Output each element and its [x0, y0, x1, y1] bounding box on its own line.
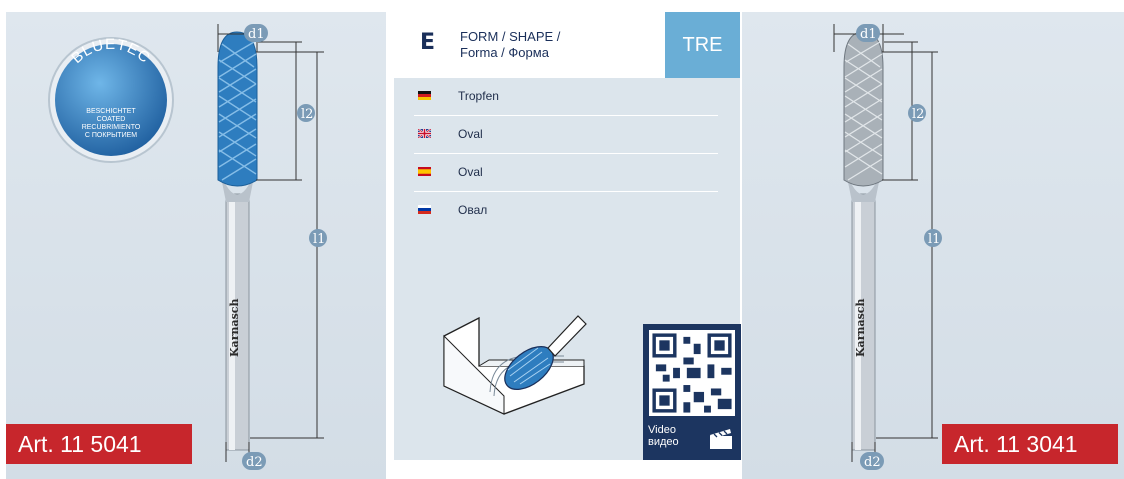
dim-d2-label: d2	[246, 455, 263, 470]
shape-label-ru: Форма	[504, 45, 549, 60]
clapperboard-icon	[710, 429, 732, 449]
video-label-ru: видео	[648, 436, 679, 448]
shape-code-badge: TRE	[665, 12, 740, 78]
dim-d1-label: d1	[248, 27, 265, 42]
lang-name: Oval	[458, 127, 483, 141]
dim-l1-label: l1	[313, 232, 325, 247]
tool-brand-text: Karnasch	[228, 299, 241, 358]
badge-line: С ПОКРЫТИЕМ	[85, 132, 137, 139]
shape-label: FORM / SHAPE / Forma / Форма	[460, 29, 560, 61]
dim-l2-label: l2	[301, 107, 313, 122]
application-illustration	[443, 315, 587, 415]
germany-flag-icon	[418, 91, 431, 100]
qr-code-icon	[649, 330, 735, 416]
badge-line: BESCHICHTET	[86, 108, 136, 115]
badge-line: RECUBRIMIENTO	[82, 124, 141, 131]
article-number-left: Art. 11 5041	[6, 424, 192, 464]
uk-flag-icon	[418, 129, 431, 138]
blue-coated-tool-panel: Karnasch d1 l2 l1 d2 BLUETEC BESCHICHTET…	[6, 12, 386, 479]
lang-row-de: Tropfen	[414, 78, 718, 116]
video-label-en: Video	[648, 424, 676, 436]
lang-name: Oval	[458, 165, 483, 179]
shape-info-panel: E FORM / SHAPE / Forma / Форма TRE Tropf…	[394, 12, 741, 460]
dim-l1-label: l1	[928, 232, 940, 247]
video-label: Video видео	[648, 424, 679, 448]
tool-brand-text: Karnasch	[854, 299, 867, 358]
lang-row-es: Oval	[414, 154, 718, 192]
spain-flag-icon	[418, 167, 431, 176]
shape-letter: E	[420, 30, 436, 55]
shape-label-line1: FORM / SHAPE /	[460, 29, 561, 44]
uncoated-tool-panel: Karnasch d1 l2 l1 d2	[742, 12, 1124, 479]
tool-diagram-uncoated: Karnasch d1 l2 l1 d2	[833, 24, 942, 470]
article-number-right: Art. 11 3041	[942, 424, 1118, 464]
lang-name: Tropfen	[458, 89, 499, 103]
video-qr-link[interactable]: Video видео	[643, 324, 741, 460]
top-strip	[0, 0, 208, 12]
lang-name: Овал	[458, 203, 488, 217]
lang-row-ru: Овал	[414, 192, 718, 230]
badge-line: COATED	[97, 116, 126, 123]
bluetec-badge: BLUETEC BESCHICHTET COATED RECUBRIMIENTO…	[48, 36, 174, 163]
shape-label-bold: Forma /	[460, 45, 505, 60]
dim-l2-label: l2	[912, 107, 924, 122]
dim-d2-label: d2	[864, 455, 881, 470]
top-strip	[944, 0, 1124, 12]
lang-row-gb: Oval	[414, 116, 718, 154]
shape-header: E FORM / SHAPE / Forma / Форма TRE	[394, 12, 740, 78]
russia-flag-icon	[418, 205, 431, 214]
dim-d1-label: d1	[860, 27, 877, 42]
